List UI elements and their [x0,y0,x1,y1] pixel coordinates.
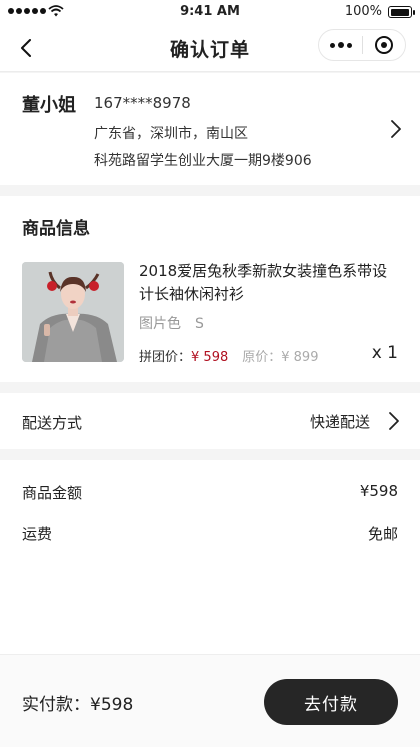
address-street: 科苑路留学生创业大厦一期9楼906 [94,153,312,169]
shipping-label: 运费 [22,525,53,543]
battery-percent: 100% [344,4,382,19]
total-payment: 实付款：¥598 [22,695,134,715]
target-icon [374,36,393,54]
address-region: 广东省，深圳市，南山区 [94,126,248,142]
chevron-right-icon [389,412,399,430]
product-image[interactable] [22,262,124,362]
close-button[interactable] [363,30,405,60]
shipping-row: 运费 免邮 [22,523,398,544]
recipient-phone: 167****8978 [94,94,191,112]
more-button[interactable] [319,30,362,60]
product-spec: 图片色 S [139,316,204,332]
recipient-name: 董小姐 [22,95,76,116]
status-bar: 9:41 AM 100% [0,0,420,24]
shipping-value: 免邮 [367,525,398,543]
nav-bar: 确认订单 [0,24,420,72]
mini-program-capsule [318,29,406,61]
amount-row: 商品金额 ¥598 [22,482,398,503]
product-title[interactable]: 2018爱居兔秋季新款女装撞色系带设计长袖休闲衬衫 [139,260,401,306]
product-section: 商品信息 2018爱居兔秋季新款女装撞色系带设计长袖休闲衬衫 图片色 S 拼团价… [0,196,420,382]
amount-label: 商品金额 [22,484,83,502]
product-photo [22,262,124,362]
original-price: ¥ 899 [281,350,319,365]
pay-button[interactable]: 去付款 [264,679,398,725]
battery-icon [388,6,415,18]
amount-value: ¥598 [359,482,398,500]
delivery-row[interactable]: 配送方式 快递配送 [0,393,420,449]
chevron-right-icon [391,120,401,138]
section-title: 商品信息 [22,219,90,239]
quantity: x 1 [371,343,398,363]
order-summary: 商品金额 ¥598 运费 免邮 [0,460,420,654]
price-row: 拼团价：¥ 598 原价：¥ 899 [139,346,318,365]
address-card[interactable]: 董小姐 167****8978 广东省，深圳市，南山区 科苑路留学生创业大厦一期… [0,73,420,185]
group-price: ¥ 598 [191,350,229,365]
checkout-bar: 实付款：¥598 去付款 [0,654,420,747]
original-price-label: 原价： [242,350,282,365]
delivery-label: 配送方式 [22,414,83,432]
delivery-value: 快递配送 [309,413,370,431]
group-price-label: 拼团价： [139,350,192,365]
